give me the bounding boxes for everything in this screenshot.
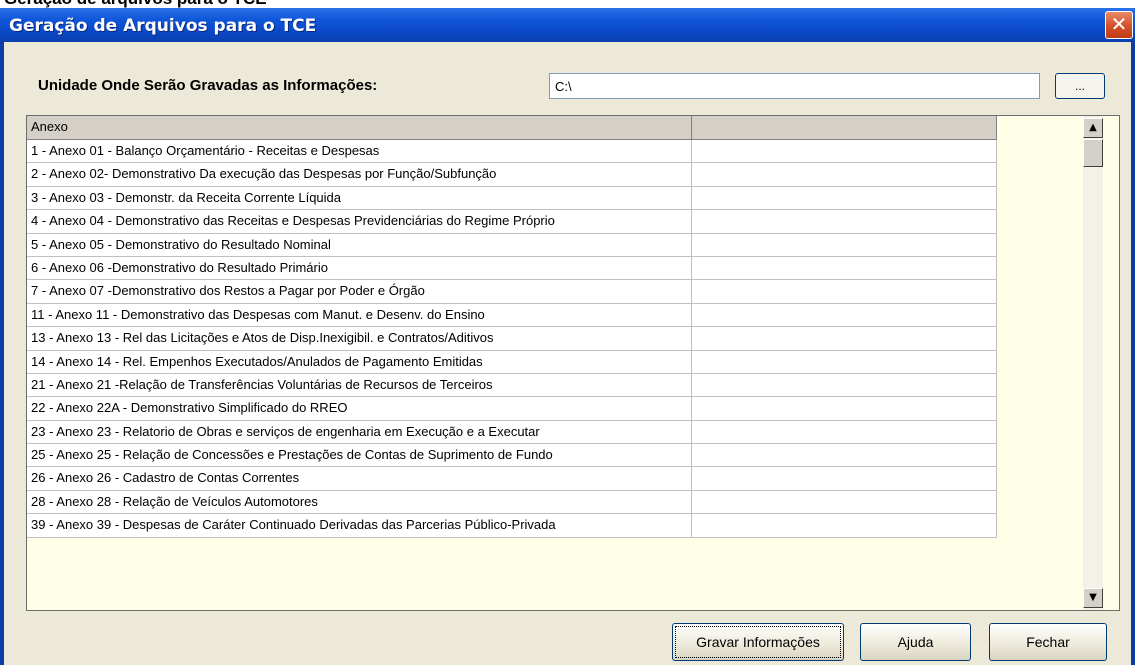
grid-header: Anexo — [27, 116, 997, 140]
annex-name-cell[interactable]: 28 - Anexo 28 - Relação de Veículos Auto… — [27, 490, 692, 514]
status-cell[interactable] — [692, 280, 997, 303]
browse-button[interactable]: ... — [1055, 73, 1105, 99]
status-cell[interactable] — [692, 397, 997, 420]
status-cell[interactable] — [692, 186, 997, 210]
output-path-input[interactable] — [549, 73, 1040, 99]
annex-name-cell[interactable]: 13 - Anexo 13 - Rel das Licitações e Ato… — [27, 327, 692, 350]
table-row[interactable]: 1 - Anexo 01 - Balanço Orçamentário - Re… — [27, 140, 997, 164]
annex-grid-body: Anexo 1 - Anexo 01 - Balanço Orçamentári… — [27, 116, 997, 538]
annex-name-cell[interactable]: 3 - Anexo 03 - Demonstr. da Receita Corr… — [27, 186, 692, 210]
annex-name-cell[interactable]: 14 - Anexo 14 - Rel. Empenhos Executados… — [27, 350, 692, 373]
vertical-scrollbar[interactable]: ▲ ▼ — [1083, 116, 1103, 610]
scroll-up-button[interactable]: ▲ — [1083, 118, 1103, 138]
table-row[interactable]: 21 - Anexo 21 -Relação de Transferências… — [27, 373, 997, 398]
table-row[interactable]: 23 - Anexo 23 - Relatorio de Obras e ser… — [27, 420, 997, 445]
status-cell[interactable] — [692, 420, 997, 444]
dialog-client-area: Unidade Onde Serão Gravadas as Informaçõ… — [4, 42, 1131, 665]
close-icon: ✕ — [1110, 12, 1128, 36]
table-row[interactable]: 22 - Anexo 22A - Demonstrativo Simplific… — [27, 397, 997, 421]
grid-rows: 1 - Anexo 01 - Balanço Orçamentário - Re… — [27, 140, 997, 538]
status-cell[interactable] — [692, 140, 997, 163]
annex-name-cell[interactable]: 4 - Anexo 04 - Demonstrativo das Receita… — [27, 210, 692, 233]
status-cell[interactable] — [692, 514, 997, 537]
table-row[interactable]: 5 - Anexo 05 - Demonstrativo do Resultad… — [27, 233, 997, 257]
status-cell[interactable] — [692, 303, 997, 327]
annex-name-cell[interactable]: 22 - Anexo 22A - Demonstrativo Simplific… — [27, 397, 692, 420]
table-row[interactable]: 11 - Anexo 11 - Demonstrativo das Despes… — [27, 303, 997, 328]
scroll-down-button[interactable]: ▼ — [1083, 588, 1103, 608]
table-row[interactable]: 4 - Anexo 04 - Demonstrativo das Receita… — [27, 210, 997, 234]
status-cell[interactable] — [692, 490, 997, 514]
status-cell[interactable] — [692, 256, 997, 280]
table-row[interactable]: 14 - Anexo 14 - Rel. Empenhos Executados… — [27, 350, 997, 374]
status-cell[interactable] — [692, 444, 997, 467]
status-cell[interactable] — [692, 327, 997, 350]
status-cell[interactable] — [692, 467, 997, 490]
dialog-window: Geração de Arquivos para o TCE ✕ Unidade… — [0, 8, 1135, 665]
window-title: Geração de Arquivos para o TCE — [9, 16, 317, 36]
table-row[interactable]: 13 - Anexo 13 - Rel das Licitações e Ato… — [27, 327, 997, 351]
status-cell[interactable] — [692, 373, 997, 397]
scroll-up-icon: ▲ — [1089, 122, 1097, 133]
close-dialog-button[interactable]: Fechar — [989, 623, 1107, 661]
help-button[interactable]: Ajuda — [860, 623, 971, 661]
annex-name-cell[interactable]: 39 - Anexo 39 - Despesas de Caráter Cont… — [27, 514, 692, 537]
table-row[interactable]: 2 - Anexo 02- Demonstrativo Da execução … — [27, 163, 997, 187]
annex-grid[interactable]: Anexo 1 - Anexo 01 - Balanço Orçamentári… — [26, 115, 1120, 611]
save-info-button[interactable]: Gravar Informações — [672, 623, 844, 661]
annex-name-cell[interactable]: 26 - Anexo 26 - Cadastro de Contas Corre… — [27, 467, 692, 490]
scroll-down-icon: ▼ — [1089, 592, 1097, 603]
status-cell[interactable] — [692, 163, 997, 186]
column-header-anexo[interactable]: Anexo — [27, 116, 692, 139]
annex-name-cell[interactable]: 25 - Anexo 25 - Relação de Concessões e … — [27, 444, 692, 467]
column-header-2[interactable] — [692, 116, 997, 139]
table-row[interactable]: 7 - Anexo 07 -Demonstrativo dos Restos a… — [27, 280, 997, 304]
table-row[interactable]: 39 - Anexo 39 - Despesas de Caráter Cont… — [27, 514, 997, 538]
annex-name-cell[interactable]: 2 - Anexo 02- Demonstrativo Da execução … — [27, 163, 692, 186]
status-cell[interactable] — [692, 350, 997, 373]
table-row[interactable]: 3 - Anexo 03 - Demonstr. da Receita Corr… — [27, 186, 997, 211]
title-bar[interactable]: Geração de Arquivos para o TCE ✕ — [0, 8, 1135, 42]
annex-name-cell[interactable]: 11 - Anexo 11 - Demonstrativo das Despes… — [27, 303, 692, 327]
table-row[interactable]: 28 - Anexo 28 - Relação de Veículos Auto… — [27, 490, 997, 515]
table-row[interactable]: 26 - Anexo 26 - Cadastro de Contas Corre… — [27, 467, 997, 491]
table-row[interactable]: 6 - Anexo 06 -Demonstrativo do Resultado… — [27, 256, 997, 281]
status-cell[interactable] — [692, 210, 997, 233]
status-cell[interactable] — [692, 233, 997, 256]
cropped-heading-text: Geração de arquivos para o TCE — [4, 0, 267, 8]
annex-name-cell[interactable]: 21 - Anexo 21 -Relação de Transferências… — [27, 373, 692, 397]
close-button[interactable]: ✕ — [1105, 11, 1133, 39]
annex-name-cell[interactable]: 6 - Anexo 06 -Demonstrativo do Resultado… — [27, 256, 692, 280]
output-unit-label: Unidade Onde Serão Gravadas as Informaçõ… — [38, 77, 378, 94]
annex-name-cell[interactable]: 23 - Anexo 23 - Relatorio de Obras e ser… — [27, 420, 692, 444]
annex-name-cell[interactable]: 5 - Anexo 05 - Demonstrativo do Resultad… — [27, 233, 692, 256]
table-row[interactable]: 25 - Anexo 25 - Relação de Concessões e … — [27, 444, 997, 468]
annex-name-cell[interactable]: 7 - Anexo 07 -Demonstrativo dos Restos a… — [27, 280, 692, 303]
scroll-thumb[interactable] — [1083, 139, 1103, 167]
annex-name-cell[interactable]: 1 - Anexo 01 - Balanço Orçamentário - Re… — [27, 140, 692, 163]
